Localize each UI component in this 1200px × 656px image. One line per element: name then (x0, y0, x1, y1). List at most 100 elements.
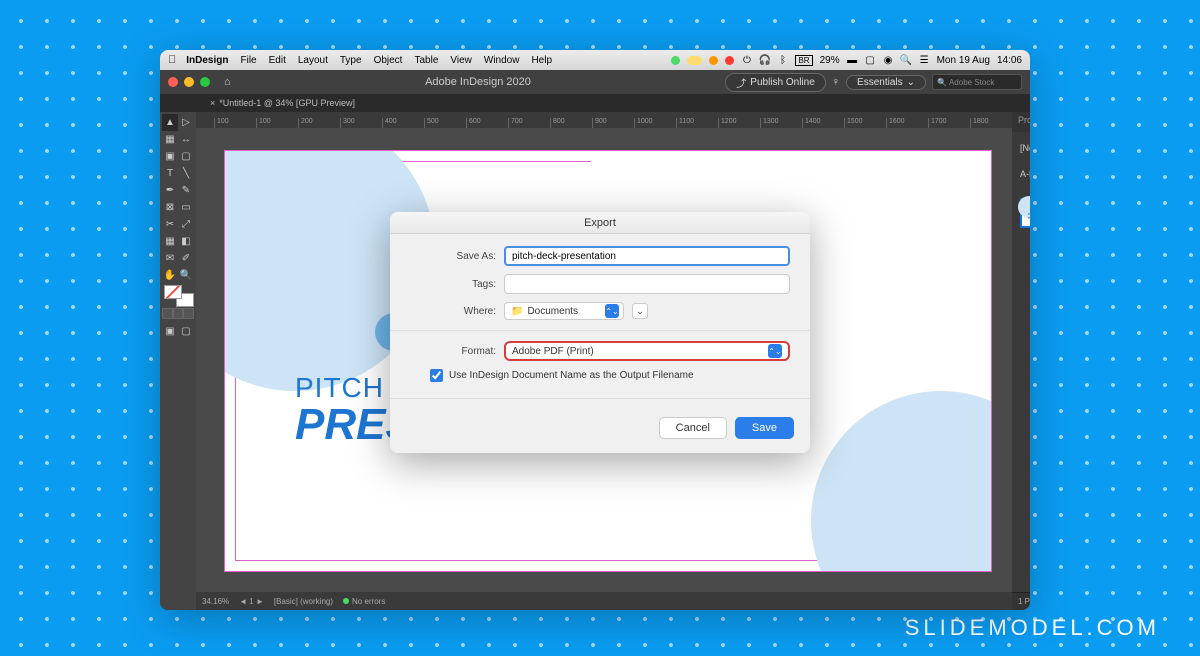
search-icon[interactable]: 🔍 (901, 55, 912, 66)
master-a[interactable]: A-Master (1020, 164, 1030, 184)
menubar-date[interactable]: Mon 19 Aug (937, 55, 990, 66)
save-as-input[interactable] (504, 246, 790, 266)
folder-icon: 📁 (511, 306, 523, 317)
preflight-status[interactable]: No errors (343, 597, 385, 606)
document-statusbar: 34.16% ◄ 1 ► [Basic] (working) No errors (196, 592, 1012, 610)
tips-icon[interactable]: ♀ (832, 76, 840, 88)
line-tool[interactable]: ╲ (178, 165, 194, 182)
tags-input[interactable] (504, 274, 790, 294)
tools-panel: ▲▷ ▦↔ ▣▢ T╲ ✒✎ ⊠▭ ✂⤢ ▦◧ ✉✐ ✋🔍 ▣▢ (160, 112, 196, 610)
panels-sidebar: Properties Pages CC Librarie [None] A-Ma… (1012, 112, 1030, 610)
close-window-button[interactable] (168, 77, 178, 87)
menu-layout[interactable]: Layout (292, 55, 334, 66)
stock-search-input[interactable]: 🔍 Adobe Stock (932, 74, 1022, 90)
gradient-apply-icon[interactable] (173, 308, 184, 319)
selection-tool[interactable]: ▲ (162, 114, 178, 131)
status-dot-red-icon[interactable] (725, 56, 734, 65)
rectangle-frame-tool[interactable]: ⊠ (162, 199, 178, 216)
minimize-window-button[interactable] (184, 77, 194, 87)
tab-properties[interactable]: Properties (1012, 112, 1030, 132)
note-tool[interactable]: ✉ (162, 250, 178, 267)
zoom-window-button[interactable] (200, 77, 210, 87)
document-tab[interactable]: × *Untitled-1 @ 34% [GPU Preview] (160, 94, 1030, 112)
type-tool[interactable]: T (162, 165, 178, 182)
preview-mode[interactable]: ▢ (178, 323, 194, 340)
hand-tool[interactable]: ✋ (162, 267, 178, 284)
pen-tool[interactable]: ✒ (162, 182, 178, 199)
menu-edit[interactable]: Edit (263, 55, 292, 66)
save-button[interactable]: Save (735, 417, 794, 439)
content-collector-tool[interactable]: ▣ (162, 148, 178, 165)
format-value: Adobe PDF (Print) (512, 346, 594, 357)
status-pill-yellow-icon[interactable] (687, 56, 702, 65)
battery-percent: 29% (820, 55, 840, 66)
preflight-profile[interactable]: [Basic] (working) (274, 597, 333, 606)
publish-online-label: Publish Online (750, 77, 814, 88)
horizontal-ruler: 100100200300 400500600700 80090010001100… (196, 112, 1012, 128)
use-doc-name-checkbox[interactable]: Use InDesign Document Name as the Output… (410, 369, 790, 382)
airplay-icon[interactable]: ▢ (865, 55, 876, 66)
free-transform-tool[interactable]: ⤢ (178, 216, 194, 233)
pages-list: PITCH DECKPRESENTATION A 1 (1012, 190, 1030, 250)
bluetooth-icon[interactable]: ᛒ (777, 55, 788, 66)
menu-help[interactable]: Help (525, 55, 558, 66)
format-select[interactable]: Adobe PDF (Print) ⌃⌄ (504, 341, 790, 361)
format-label: Format: (410, 346, 496, 357)
menubar-time[interactable]: 14:06 (997, 55, 1022, 66)
window-titlebar: ⌂ Adobe InDesign 2020 ⤴ Publish Online ♀… (160, 70, 1030, 94)
watermark: SLIDEMODEL.COM (905, 615, 1160, 641)
menu-table[interactable]: Table (408, 55, 444, 66)
eyedropper-tool[interactable]: ✐ (178, 250, 194, 267)
wifi-icon[interactable]: ◉ (883, 55, 894, 66)
page-thumbnail[interactable]: PITCH DECKPRESENTATION A (1020, 198, 1030, 228)
export-dialog: Export Save As: Tags: Where: 📁 Documents… (390, 212, 810, 453)
gradient-feather-tool[interactable]: ◧ (178, 233, 194, 250)
status-dot-green-icon[interactable] (671, 56, 680, 65)
lang-indicator[interactable]: BR (795, 55, 812, 66)
menu-type[interactable]: Type (334, 55, 368, 66)
scissors-tool[interactable]: ✂ (162, 216, 178, 233)
headphones-icon[interactable]: 🎧 (759, 55, 770, 66)
pencil-tool[interactable]: ✎ (178, 182, 194, 199)
macos-menubar:  InDesign File Edit Layout Type Object … (160, 50, 1030, 70)
zoom-level[interactable]: 34.16% (202, 597, 229, 606)
power-icon[interactable]: ⏻ (741, 55, 752, 66)
where-select[interactable]: 📁 Documents ⌃⌄ (504, 302, 624, 320)
home-icon[interactable]: ⌂ (224, 76, 231, 88)
menubar-status: ⏻ 🎧 ᛒ BR 29% ▬ ▢ ◉ 🔍 ☰ Mon 19 Aug 14:06 (671, 55, 1022, 66)
cancel-button[interactable]: Cancel (659, 417, 727, 439)
color-apply-icon[interactable] (162, 308, 173, 319)
page-tool[interactable]: ▦ (162, 131, 178, 148)
tags-label: Tags: (410, 279, 496, 290)
use-doc-name-input[interactable] (430, 369, 443, 382)
search-icon: 🔍 (937, 78, 947, 87)
control-center-icon[interactable]: ☰ (919, 55, 930, 66)
normal-view-mode[interactable]: ▣ (162, 323, 178, 340)
none-apply-icon[interactable] (183, 308, 194, 319)
use-doc-name-label: Use InDesign Document Name as the Output… (449, 370, 694, 381)
gradient-swatch-tool[interactable]: ▦ (162, 233, 178, 250)
status-dot-orange-icon[interactable] (709, 56, 718, 65)
publish-online-button[interactable]: ⤴ Publish Online (725, 73, 825, 92)
menu-object[interactable]: Object (368, 55, 409, 66)
close-tab-icon[interactable]: × (210, 98, 215, 108)
fill-stroke-swatch[interactable] (162, 284, 196, 308)
expand-dialog-button[interactable]: ⌄ (632, 303, 648, 319)
master-none[interactable]: [None] (1020, 138, 1030, 158)
content-placer-tool[interactable]: ▢ (178, 148, 194, 165)
menu-view[interactable]: View (444, 55, 478, 66)
search-placeholder: Adobe Stock (949, 78, 994, 87)
apple-icon[interactable]:  (168, 54, 176, 66)
battery-icon: ▬ (847, 55, 858, 66)
menu-window[interactable]: Window (478, 55, 526, 66)
where-value: Documents (527, 306, 578, 317)
workspace-switcher[interactable]: Essentials ⌄ (846, 75, 926, 90)
direct-selection-tool[interactable]: ▷ (178, 114, 194, 131)
zoom-tool[interactable]: 🔍 (178, 267, 194, 284)
rectangle-tool[interactable]: ▭ (178, 199, 194, 216)
menu-app[interactable]: InDesign (180, 55, 234, 66)
menu-file[interactable]: File (234, 55, 262, 66)
workspace: ▲▷ ▦↔ ▣▢ T╲ ✒✎ ⊠▭ ✂⤢ ▦◧ ✉✐ ✋🔍 ▣▢ 1001002… (160, 112, 1030, 610)
page-nav[interactable]: ◄ 1 ► (239, 597, 264, 606)
gap-tool[interactable]: ↔ (178, 131, 194, 148)
